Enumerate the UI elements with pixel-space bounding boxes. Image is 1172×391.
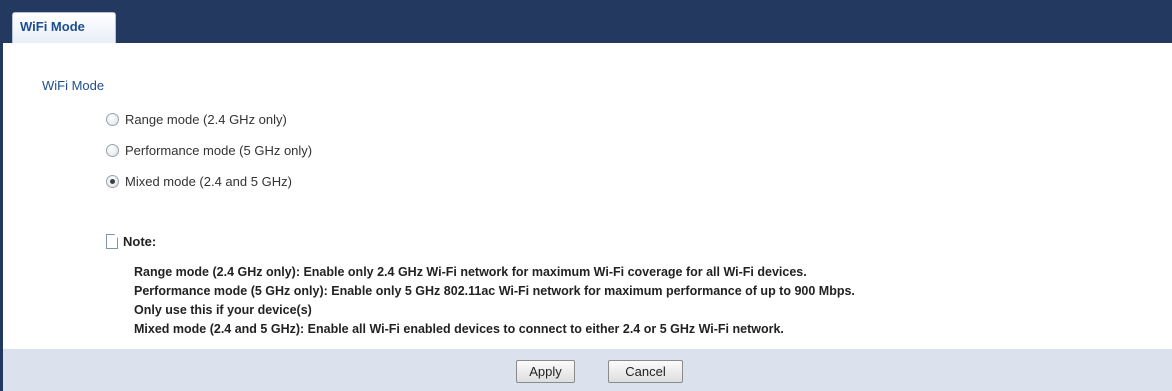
section-title: WiFi Mode xyxy=(42,78,105,93)
wifi-mode-panel: WiFi Mode WiFi Mode Range mode (2.4 GHz … xyxy=(0,0,1172,391)
note-line-performance: Performance mode (5 GHz only): Enable on… xyxy=(134,284,855,298)
note-header: Note: xyxy=(106,234,156,249)
radio-mixed-mode[interactable]: Mixed mode (2.4 and 5 GHz) xyxy=(106,172,292,190)
document-icon xyxy=(106,234,118,249)
tab-label: WiFi Mode xyxy=(20,19,85,34)
radio-button-mixed[interactable] xyxy=(106,174,119,188)
radio-button-range[interactable] xyxy=(106,112,119,126)
radio-label-range: Range mode (2.4 GHz only) xyxy=(125,111,287,127)
note-line-mixed: Mixed mode (2.4 and 5 GHz): Enable all W… xyxy=(134,322,784,336)
radio-performance-mode[interactable]: Performance mode (5 GHz only) xyxy=(106,141,312,159)
button-bar: Apply Cancel xyxy=(3,349,1172,391)
radio-button-performance[interactable] xyxy=(106,143,119,157)
radio-label-mixed: Mixed mode (2.4 and 5 GHz) xyxy=(125,173,292,189)
note-label: Note: xyxy=(123,234,157,249)
note-line-device: Only use this if your device(s) xyxy=(134,303,312,317)
cancel-button[interactable]: Cancel xyxy=(608,360,683,383)
tab-bar: WiFi Mode xyxy=(0,0,1172,43)
apply-button[interactable]: Apply xyxy=(516,360,575,383)
panel-left-border xyxy=(0,43,3,391)
radio-label-performance: Performance mode (5 GHz only) xyxy=(125,142,313,158)
radio-range-mode[interactable]: Range mode (2.4 GHz only) xyxy=(106,110,287,128)
note-line-range: Range mode (2.4 GHz only): Enable only 2… xyxy=(134,265,807,279)
tab-wifi-mode[interactable]: WiFi Mode xyxy=(12,12,116,43)
note-text: Range mode (2.4 GHz only): Enable only 2… xyxy=(134,263,855,339)
